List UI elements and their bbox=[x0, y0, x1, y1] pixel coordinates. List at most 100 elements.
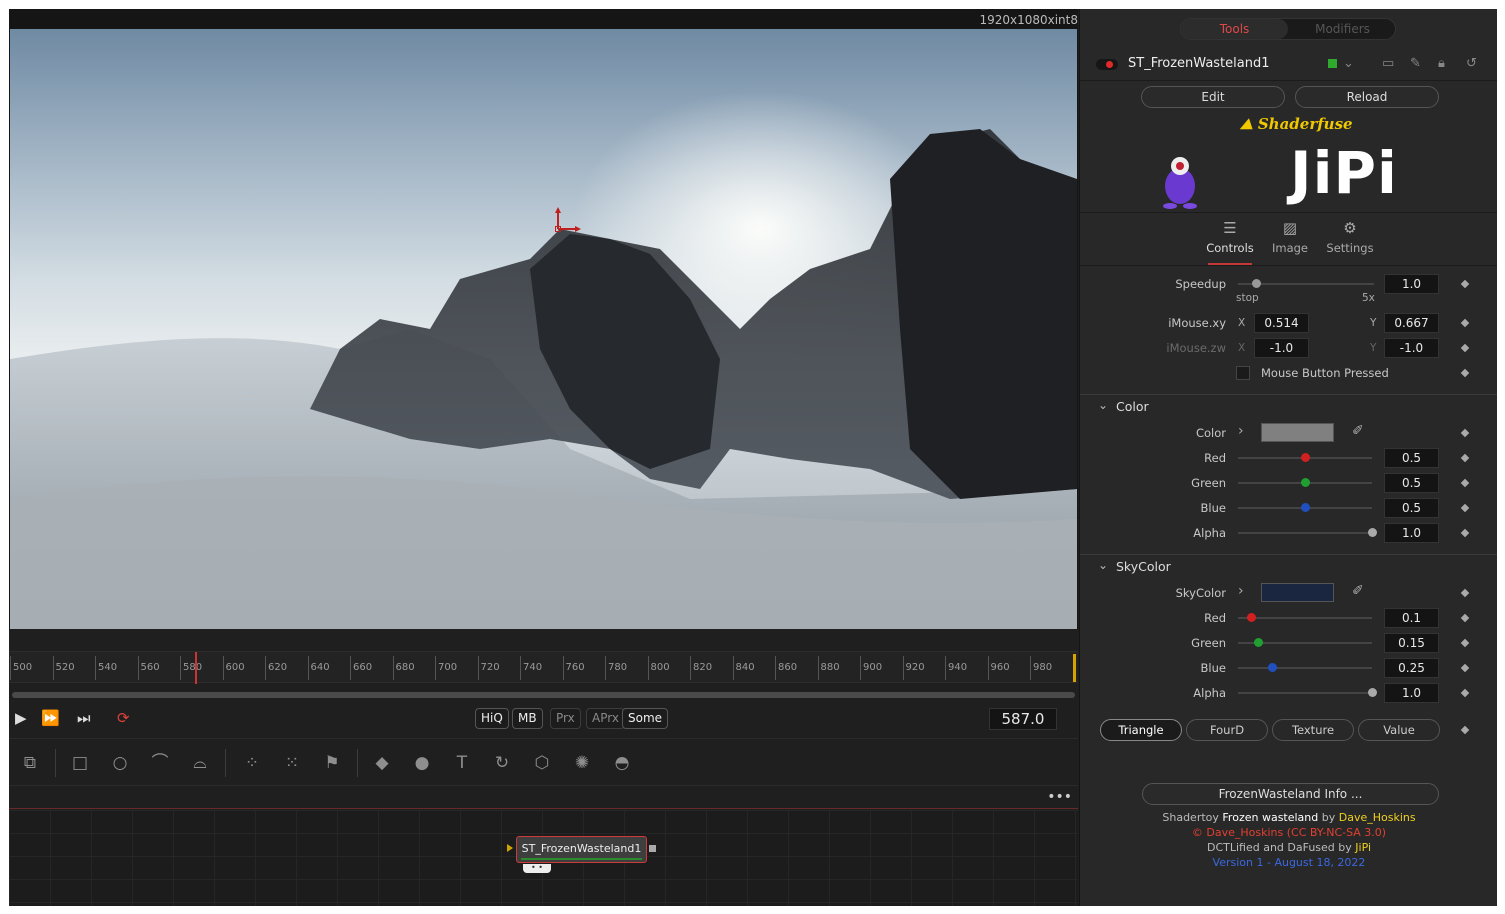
text3d-icon[interactable]: T bbox=[449, 751, 475, 775]
keyframe-icon[interactable] bbox=[1460, 528, 1470, 538]
channel-slider[interactable] bbox=[1238, 528, 1377, 537]
particle-render-icon[interactable]: ⁙ bbox=[279, 751, 305, 775]
edit-button[interactable]: Edit bbox=[1141, 86, 1285, 108]
credit-version[interactable]: Version 1 - August 18, 2022 bbox=[1080, 856, 1497, 869]
imouse-w-field[interactable]: -1.0 bbox=[1384, 338, 1439, 358]
keyframe-icon[interactable] bbox=[1460, 725, 1470, 735]
channel-value-field[interactable]: 1.0 bbox=[1384, 523, 1439, 543]
channel-slider-knob[interactable] bbox=[1368, 528, 1377, 537]
channel-slider[interactable] bbox=[1238, 638, 1372, 647]
info-button[interactable]: FrozenWasteland Info ... bbox=[1142, 783, 1439, 805]
rectangle-mask-icon[interactable]: □ bbox=[67, 751, 93, 775]
tile-color-icon[interactable] bbox=[1328, 59, 1337, 68]
channel-slider-knob[interactable] bbox=[1301, 453, 1310, 462]
more-options-icon[interactable]: ••• bbox=[1047, 789, 1072, 805]
current-frame-field[interactable]: 587.0 bbox=[989, 708, 1057, 730]
keyframe-icon[interactable] bbox=[1460, 343, 1470, 353]
channel-value-field[interactable]: 0.5 bbox=[1384, 473, 1439, 493]
channel-slider-knob[interactable] bbox=[1301, 503, 1310, 512]
node-output-icon[interactable] bbox=[649, 845, 656, 852]
channel-slider[interactable] bbox=[1238, 478, 1372, 487]
chevron-down-icon[interactable]: ⌄ bbox=[1343, 56, 1354, 71]
tab-controls[interactable]: ☰ Controls bbox=[1200, 219, 1260, 265]
timeline-scrollbar[interactable] bbox=[12, 692, 1075, 698]
eyedropper-icon[interactable]: ✐ bbox=[1352, 583, 1364, 599]
tab-settings[interactable]: ⚙ Settings bbox=[1320, 219, 1380, 255]
channel-slider-knob[interactable] bbox=[1368, 688, 1377, 697]
renderer3d-icon[interactable]: ✺ bbox=[569, 751, 595, 775]
ellipse-mask-icon[interactable]: ○ bbox=[107, 751, 133, 775]
mouse-pressed-checkbox[interactable] bbox=[1236, 366, 1250, 380]
credit-jipi-link[interactable]: JiPi bbox=[1355, 841, 1371, 854]
pin-icon[interactable]: ✎ bbox=[1410, 56, 1421, 71]
speedup-knob[interactable] bbox=[1251, 279, 1261, 288]
polygon-mask-icon[interactable]: ⌒ bbox=[147, 751, 173, 775]
merge3d-icon[interactable]: ● bbox=[409, 751, 435, 775]
particle-emitter-icon[interactable]: ⁘ bbox=[239, 751, 265, 775]
channel-slider[interactable] bbox=[1238, 613, 1372, 622]
channel-slider[interactable] bbox=[1238, 453, 1372, 462]
bspline-mask-icon[interactable]: ⌓ bbox=[187, 751, 213, 775]
speedup-field[interactable]: 1.0 bbox=[1384, 274, 1439, 294]
node-editor[interactable]: ST_FrozenWasteland1 • • bbox=[9, 810, 1078, 906]
keyframe-icon[interactable] bbox=[1460, 428, 1470, 438]
channel-slider-knob[interactable] bbox=[1301, 478, 1310, 487]
reset-icon[interactable]: ↺ bbox=[1466, 56, 1477, 71]
keyframe-icon[interactable] bbox=[1460, 453, 1470, 463]
channel-slider-knob[interactable] bbox=[1267, 663, 1277, 672]
mode-value-button[interactable]: Value bbox=[1358, 719, 1440, 741]
chevron-right-icon[interactable]: › bbox=[1238, 583, 1244, 599]
channel-value-field[interactable]: 0.15 bbox=[1384, 633, 1439, 653]
imouse-x-field[interactable]: 0.514 bbox=[1254, 313, 1309, 333]
timeline-ruler[interactable]: 500 520 540 560 580 600 620 640 660 680 700 720 740 7… bbox=[9, 651, 1078, 684]
reload-button[interactable]: Reload bbox=[1295, 86, 1439, 108]
camera3d-icon[interactable]: ↻ bbox=[489, 751, 515, 775]
mode-texture-button[interactable]: Texture bbox=[1272, 719, 1354, 741]
eyedropper-icon[interactable]: ✐ bbox=[1352, 423, 1364, 439]
channel-value-field[interactable]: 0.1 bbox=[1384, 608, 1439, 628]
keyframe-icon[interactable] bbox=[1460, 588, 1470, 598]
tool-name[interactable]: ST_FrozenWasteland1 bbox=[1128, 56, 1270, 71]
keyframe-icon[interactable] bbox=[1460, 368, 1470, 378]
imageplane3d-icon[interactable]: ⬡ bbox=[529, 751, 555, 775]
hiq-button[interactable]: HiQ bbox=[475, 708, 509, 729]
loop-icon[interactable]: ⟳ bbox=[117, 709, 130, 727]
color-swatch[interactable] bbox=[1261, 423, 1334, 442]
channel-value-field[interactable]: 0.25 bbox=[1384, 658, 1439, 678]
shape3d-icon[interactable]: ◆ bbox=[369, 751, 395, 775]
aprx-button[interactable]: APrx bbox=[586, 708, 625, 729]
mouse-crosshair[interactable] bbox=[555, 207, 585, 237]
imouse-z-field[interactable]: -1.0 bbox=[1254, 338, 1309, 358]
prx-button[interactable]: Prx bbox=[550, 708, 581, 729]
imouse-y-field[interactable]: 0.667 bbox=[1384, 313, 1439, 333]
channel-value-field[interactable]: 0.5 bbox=[1384, 498, 1439, 518]
credit-shader-link[interactable]: Frozen wasteland bbox=[1222, 811, 1318, 824]
keyframe-icon[interactable] bbox=[1460, 318, 1470, 328]
skip-end-icon[interactable]: ⏭ bbox=[77, 709, 91, 727]
channel-slider-knob[interactable] bbox=[1254, 638, 1264, 647]
credit-license[interactable]: © Dave_Hoskins (CC BY-NC-SA 3.0) bbox=[1080, 826, 1497, 839]
skycolor-section-header[interactable]: ⌄ SkyColor bbox=[1080, 554, 1497, 578]
channel-value-field[interactable]: 0.5 bbox=[1384, 448, 1439, 468]
channel-slider[interactable] bbox=[1238, 688, 1377, 697]
keyframe-icon[interactable] bbox=[1460, 503, 1470, 513]
collapse-icon[interactable]: ▭ bbox=[1382, 56, 1394, 71]
rendered-image[interactable] bbox=[10, 29, 1077, 629]
tab-modifiers[interactable]: Modifiers bbox=[1289, 19, 1396, 39]
node-st-frozenwasteland[interactable]: ST_FrozenWasteland1 bbox=[516, 836, 647, 863]
play-icon[interactable]: ▶ bbox=[15, 709, 27, 727]
chevron-right-icon[interactable]: › bbox=[1238, 423, 1244, 439]
tab-tools[interactable]: Tools bbox=[1181, 19, 1288, 39]
keyframe-icon[interactable] bbox=[1460, 688, 1470, 698]
node-input-icon[interactable] bbox=[507, 844, 513, 852]
channel-slider[interactable] bbox=[1238, 663, 1372, 672]
color-section-header[interactable]: ⌄ Color bbox=[1080, 394, 1497, 418]
channel-slider[interactable] bbox=[1238, 503, 1372, 512]
fast-forward-icon[interactable]: ⏩ bbox=[41, 709, 60, 727]
keyframe-icon[interactable] bbox=[1460, 663, 1470, 673]
some-button[interactable]: Some bbox=[622, 708, 669, 729]
keyframe-icon[interactable] bbox=[1460, 638, 1470, 648]
playhead[interactable] bbox=[194, 652, 197, 684]
speedup-slider[interactable] bbox=[1238, 279, 1374, 288]
skycolor-swatch[interactable] bbox=[1261, 583, 1334, 602]
